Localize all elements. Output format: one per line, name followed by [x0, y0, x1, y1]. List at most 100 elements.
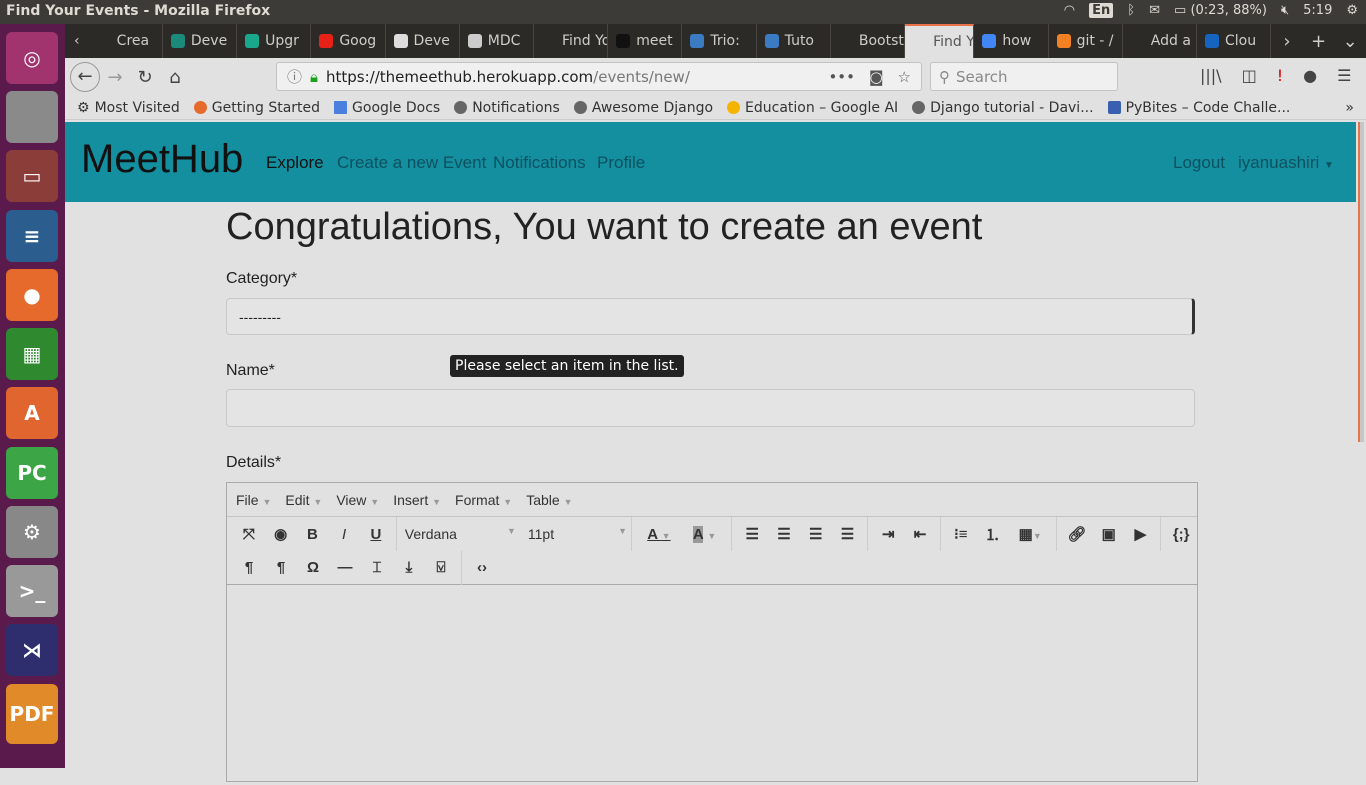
- insert-icon[interactable]: ⤓: [393, 559, 425, 576]
- sidebar-icon[interactable]: ◫: [1242, 66, 1257, 85]
- bookmark-django-tutorial[interactable]: Django tutorial - Davi...: [912, 100, 1094, 116]
- tab-list-icon[interactable]: ⌄: [1334, 31, 1366, 52]
- keyboard-indicator[interactable]: En: [1089, 3, 1114, 18]
- ubuntu-icon[interactable]: ◎: [6, 32, 58, 84]
- disk-backup-icon[interactable]: [6, 91, 58, 143]
- writer-icon[interactable]: ≡: [6, 210, 58, 262]
- source-code-icon[interactable]: ‹›: [466, 559, 498, 576]
- bookmark-awesome-django[interactable]: Awesome Django: [573, 100, 713, 116]
- text-color-icon[interactable]: A ▼: [636, 526, 682, 543]
- reload-button[interactable]: ↻: [130, 67, 160, 88]
- indent-icon[interactable]: ⇥: [872, 525, 904, 543]
- user-dropdown[interactable]: iyanuashiri ▼: [1238, 153, 1334, 173]
- browser-tab[interactable]: meet: [608, 24, 683, 58]
- image-icon[interactable]: ▣: [1093, 525, 1125, 543]
- special-char-icon[interactable]: Ω: [297, 559, 329, 576]
- menu-format[interactable]: Format ▼: [455, 492, 512, 508]
- settings-icon[interactable]: ⚙: [6, 506, 58, 558]
- wifi-icon[interactable]: ◠: [1064, 3, 1075, 18]
- tabs-scroll-right-icon[interactable]: ›: [1271, 31, 1303, 52]
- browser-tab[interactable]: Crea: [89, 24, 163, 58]
- bookmark-education-google-ai[interactable]: Education – Google AI: [727, 100, 898, 116]
- table-icon[interactable]: ▦▼: [1008, 525, 1052, 543]
- align-center-icon[interactable]: ☰: [800, 525, 832, 543]
- bookmark-most-visited[interactable]: ⚙ Most Visited: [77, 100, 180, 116]
- firefox-icon[interactable]: ●: [6, 269, 58, 321]
- menu-icon[interactable]: ☰: [1337, 66, 1351, 85]
- font-family-select[interactable]: Verdana ▼: [401, 526, 516, 542]
- menu-insert[interactable]: Insert ▼: [393, 492, 441, 508]
- mail-icon[interactable]: ✉: [1149, 3, 1160, 18]
- outdent-icon[interactable]: ⇤: [904, 525, 936, 543]
- browser-tab[interactable]: Goog: [311, 24, 386, 58]
- italic-icon[interactable]: I: [328, 526, 360, 543]
- name-input[interactable]: [226, 389, 1195, 427]
- extension-color-icon[interactable]: ●: [1303, 66, 1317, 85]
- browser-tab[interactable]: MDC: [460, 24, 534, 58]
- bookmark-notifications[interactable]: Notifications: [454, 100, 560, 116]
- pocket-icon[interactable]: ◙: [869, 68, 884, 86]
- browser-tab[interactable]: Deve: [163, 24, 238, 58]
- ltr-paragraph-icon[interactable]: ¶: [233, 559, 265, 576]
- calc-icon[interactable]: ▦: [6, 328, 58, 380]
- menu-edit[interactable]: Edit ▼: [285, 492, 322, 508]
- terminal-icon[interactable]: >_: [6, 565, 58, 617]
- volume-icon[interactable]: 🔇︎: [1281, 3, 1289, 18]
- file-manager-icon[interactable]: ▭: [6, 150, 58, 202]
- info-icon[interactable]: ⓘ: [287, 66, 302, 87]
- font-size-select[interactable]: 11pt ▼: [516, 526, 627, 542]
- nav-logout[interactable]: Logout: [1173, 153, 1225, 173]
- bullet-list-icon[interactable]: ⁝≡: [945, 525, 977, 543]
- pdf-icon[interactable]: PDF: [6, 684, 58, 744]
- editor-body[interactable]: [227, 585, 1197, 785]
- bookmark-pybites[interactable]: PyBites – Code Challe...: [1107, 100, 1290, 116]
- browser-tab[interactable]: Add a sc: [1123, 24, 1198, 58]
- menu-file[interactable]: File ▼: [236, 492, 271, 508]
- browser-tab[interactable]: Upgr: [237, 24, 312, 58]
- extension-icon[interactable]: !: [1277, 66, 1283, 85]
- browser-tab[interactable]: Clou: [1197, 24, 1272, 58]
- scrollbar-thumb[interactable]: [1358, 122, 1364, 442]
- tabs-scroll-left-icon[interactable]: ‹: [65, 33, 89, 49]
- browser-tab[interactable]: git - /: [1049, 24, 1123, 58]
- software-center-icon[interactable]: A: [6, 387, 58, 439]
- bold-icon[interactable]: B: [297, 526, 329, 543]
- scrollbar[interactable]: [1356, 122, 1366, 768]
- bookmark-getting-started[interactable]: Getting Started: [193, 100, 320, 116]
- menu-view[interactable]: View ▼: [336, 492, 379, 508]
- library-icon[interactable]: |||\: [1200, 66, 1222, 85]
- browser-tab[interactable]: Deve: [386, 24, 460, 58]
- bookmark-google-docs[interactable]: Google Docs: [334, 100, 440, 116]
- underline-icon[interactable]: U: [360, 526, 392, 543]
- brand-logo[interactable]: MeetHub: [81, 137, 243, 182]
- browser-tab[interactable]: how: [974, 24, 1049, 58]
- page-actions-icon[interactable]: •••: [828, 68, 855, 86]
- back-button[interactable]: ←: [70, 62, 100, 92]
- url-bar[interactable]: ⓘ 🔒︎ https://themeethub.herokuapp.com/ev…: [276, 62, 922, 91]
- background-color-icon[interactable]: A ▼: [682, 525, 728, 543]
- align-right-icon[interactable]: ☰: [768, 525, 800, 543]
- vscode-icon[interactable]: ⋊: [6, 624, 58, 676]
- home-button[interactable]: ⌂: [160, 67, 190, 88]
- bluetooth-icon[interactable]: ᛒ: [1127, 3, 1135, 18]
- horizontal-rule-icon[interactable]: —: [329, 559, 361, 576]
- rtl-paragraph-icon[interactable]: ¶: [265, 559, 297, 576]
- media-icon[interactable]: ▶: [1125, 525, 1157, 543]
- menu-table[interactable]: Table ▼: [526, 492, 572, 508]
- nav-create-event[interactable]: Create a new Event: [337, 153, 486, 173]
- browser-tab[interactable]: Trio:: [682, 24, 757, 58]
- bookmarks-overflow-icon[interactable]: »: [1345, 100, 1354, 116]
- bookmark-star-icon[interactable]: ☆: [898, 68, 911, 86]
- code-sample-icon[interactable]: {;}: [1165, 526, 1197, 543]
- browser-tab[interactable]: Find You: [534, 24, 609, 58]
- pycharm-icon[interactable]: PC: [6, 447, 58, 499]
- numbered-list-icon[interactable]: ⒈: [977, 524, 1009, 545]
- browser-tab[interactable]: Bootstr: [831, 24, 906, 58]
- link-icon[interactable]: 🔗︎: [1061, 525, 1093, 543]
- page-break-icon[interactable]: ⌶: [361, 559, 393, 576]
- browser-tab[interactable]: Find Y✕: [905, 24, 975, 58]
- nav-notifications[interactable]: Notifications: [493, 153, 586, 173]
- nav-explore[interactable]: Explore: [266, 153, 324, 173]
- new-tab-icon[interactable]: +: [1303, 31, 1335, 52]
- forward-button[interactable]: →: [100, 67, 130, 88]
